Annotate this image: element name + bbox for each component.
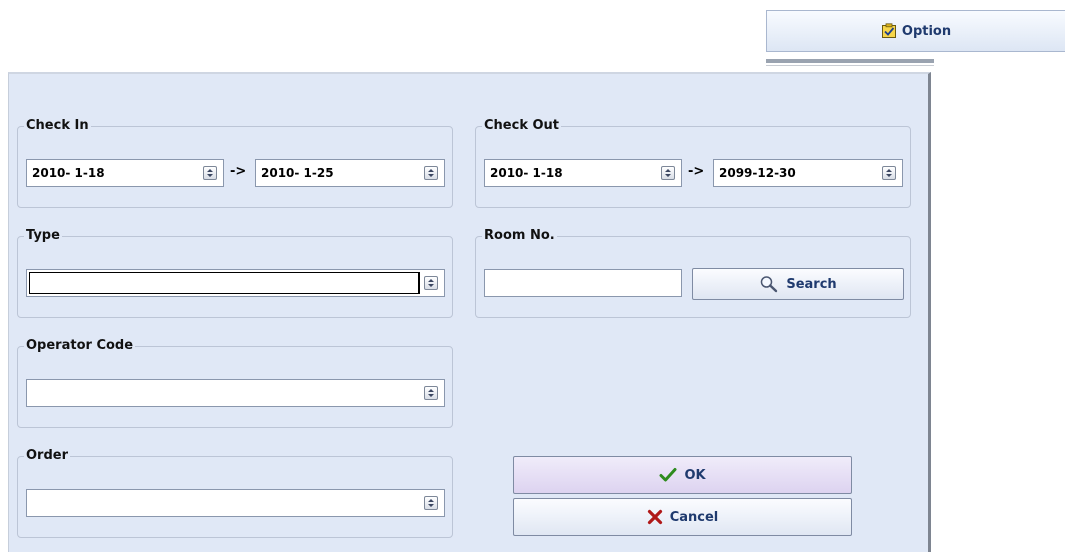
check-out-group: Check Out 2010- 1-18 -> 2099-12-30 — [475, 118, 911, 208]
operator-code-select[interactable] — [26, 379, 445, 407]
check-in-group: Check In 2010- 1-18 -> 2010- 1-25 — [17, 118, 453, 208]
spin-icon[interactable] — [424, 496, 438, 510]
option-divider-shadow — [766, 65, 934, 66]
option-divider — [766, 59, 934, 63]
spin-icon[interactable] — [424, 276, 438, 290]
spin-icon[interactable] — [203, 166, 217, 180]
type-group: Type — [17, 228, 453, 318]
option-button-label: Option — [901, 23, 952, 39]
order-group: Order — [17, 448, 453, 538]
spin-icon[interactable] — [882, 166, 896, 180]
check-out-from-value: 2010- 1-18 — [490, 166, 563, 180]
range-arrow: -> — [230, 164, 247, 179]
check-in-to-date[interactable]: 2010- 1-25 — [255, 159, 445, 187]
checklist-icon — [881, 23, 897, 39]
type-select[interactable] — [26, 269, 445, 297]
ok-button-label: OK — [684, 467, 706, 483]
search-button-label: Search — [786, 276, 837, 292]
checkmark-icon — [659, 467, 677, 483]
check-in-from-date[interactable]: 2010- 1-18 — [26, 159, 224, 187]
range-arrow: -> — [688, 164, 705, 179]
type-title: Type — [24, 228, 62, 244]
cancel-button-label: Cancel — [669, 509, 719, 525]
cancel-button[interactable]: Cancel — [513, 498, 852, 536]
type-select-focus — [29, 272, 420, 294]
option-button[interactable]: Option — [766, 10, 1065, 52]
spin-icon[interactable] — [424, 386, 438, 400]
magnifier-icon — [759, 275, 779, 293]
close-icon — [647, 509, 663, 525]
check-in-to-value: 2010- 1-25 — [261, 166, 334, 180]
search-options-panel: Check In 2010- 1-18 -> 2010- 1-25 Check … — [8, 72, 931, 552]
spin-icon[interactable] — [661, 166, 675, 180]
check-out-from-date[interactable]: 2010- 1-18 — [484, 159, 682, 187]
ok-button[interactable]: OK — [513, 456, 852, 494]
operator-code-title: Operator Code — [24, 338, 136, 354]
check-out-title: Check Out — [482, 118, 562, 134]
search-button[interactable]: Search — [692, 268, 904, 300]
operator-code-group: Operator Code — [17, 338, 453, 428]
room-no-group: Room No. Search — [475, 228, 911, 318]
check-in-from-value: 2010- 1-18 — [32, 166, 105, 180]
check-in-title: Check In — [24, 118, 91, 134]
check-out-to-value: 2099-12-30 — [719, 166, 796, 180]
order-select[interactable] — [26, 489, 445, 517]
spin-icon[interactable] — [424, 166, 438, 180]
room-no-input[interactable] — [484, 269, 682, 297]
check-out-to-date[interactable]: 2099-12-30 — [713, 159, 903, 187]
order-title: Order — [24, 448, 70, 464]
room-no-title: Room No. — [482, 228, 557, 244]
